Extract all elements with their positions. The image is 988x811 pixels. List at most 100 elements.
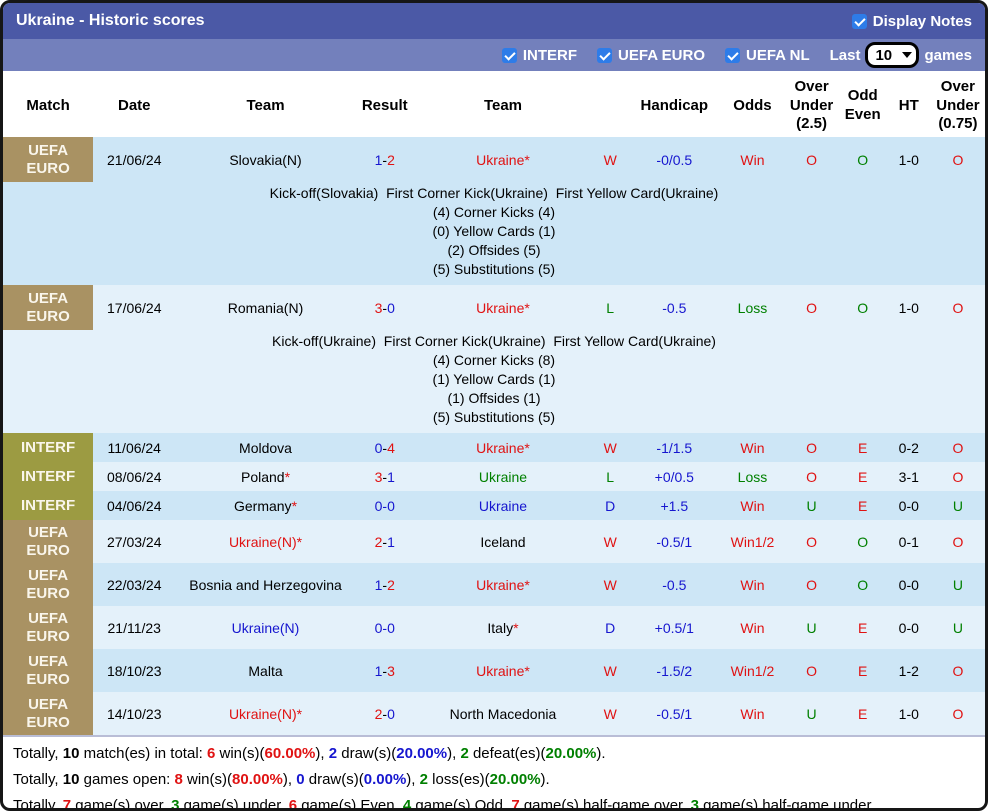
cell-ou075: O: [931, 649, 985, 692]
note-line: (4) Corner Kicks (8): [3, 351, 985, 370]
cell-wld: W: [592, 137, 628, 182]
cell-ou25: O: [785, 433, 839, 462]
col-header-match: Match: [3, 75, 93, 137]
note-line: Kick-off(Slovakia) First Corner Kick(Ukr…: [3, 184, 985, 203]
cell-team1: Ukraine(N)*: [175, 520, 355, 563]
cell-odds: Win1/2: [720, 649, 784, 692]
cell-team2: Ukraine*: [414, 563, 592, 606]
cell-team2: Ukraine*: [414, 137, 592, 182]
notes-row: Kick-off(Slovakia) First Corner Kick(Ukr…: [3, 182, 985, 285]
cell-ht: 1-2: [887, 649, 931, 692]
last-label: Last: [830, 47, 861, 64]
match-row: UEFA EURO17/06/24Romania(N)3-0Ukraine*L-…: [3, 285, 985, 330]
cell-result: 0-0: [356, 491, 414, 520]
cell-wld: W: [592, 433, 628, 462]
match-row: UEFA EURO21/11/23Ukraine(N)0-0Italy*D+0.…: [3, 606, 985, 649]
totals-line: Totally, 10 games open: 8 win(s)(80.00%)…: [13, 767, 975, 793]
cell-team2: Italy*: [414, 606, 592, 649]
filter-interf-label: INTERF: [523, 47, 577, 64]
uefa-nl-checkbox-icon[interactable]: [725, 48, 740, 63]
cell-oddeven: O: [839, 520, 887, 563]
match-row: UEFA EURO21/06/24Slovakia(N)1-2Ukraine*W…: [3, 137, 985, 182]
cell-date: 21/11/23: [93, 606, 175, 649]
cell-wld: D: [592, 606, 628, 649]
cell-team2: Ukraine*: [414, 285, 592, 330]
games-label: games: [924, 47, 972, 64]
last-games-select-wrap[interactable]: 10: [865, 42, 919, 68]
historic-scores-table: Match Date Team Result Team Handicap Odd…: [3, 75, 985, 735]
cell-oddeven: O: [839, 137, 887, 182]
uefa-euro-checkbox-icon[interactable]: [597, 48, 612, 63]
last-games-group: Last 10 games: [830, 42, 972, 68]
cell-handicap: -1/1.5: [628, 433, 720, 462]
cell-ou075: U: [931, 491, 985, 520]
cell-handicap: -0.5: [628, 563, 720, 606]
cell-wld: L: [592, 462, 628, 491]
filter-uefa-nl-toggle[interactable]: UEFA NL: [725, 47, 810, 64]
cell-result: 0-0: [356, 606, 414, 649]
col-header-date: Date: [93, 75, 175, 137]
cell-oddeven: E: [839, 433, 887, 462]
note-line: (0) Yellow Cards (1): [3, 222, 985, 241]
display-notes-toggle[interactable]: Display Notes: [852, 13, 972, 30]
cell-ou25: O: [785, 462, 839, 491]
results-body: UEFA EURO21/06/24Slovakia(N)1-2Ukraine*W…: [3, 137, 985, 735]
cell-result: 1-2: [356, 137, 414, 182]
cell-handicap: +0.5/1: [628, 606, 720, 649]
match-row: UEFA EURO14/10/23Ukraine(N)*2-0North Mac…: [3, 692, 985, 735]
cell-ou075: O: [931, 520, 985, 563]
interf-checkbox-icon[interactable]: [502, 48, 517, 63]
filter-interf-toggle[interactable]: INTERF: [502, 47, 577, 64]
match-row: UEFA EURO18/10/23Malta1-3Ukraine*W-1.5/2…: [3, 649, 985, 692]
last-games-select[interactable]: 10: [865, 42, 919, 68]
cell-ou075: O: [931, 137, 985, 182]
cell-date: 27/03/24: [93, 520, 175, 563]
cell-date: 18/10/23: [93, 649, 175, 692]
cell-odds: Loss: [720, 285, 784, 330]
cell-handicap: -1.5/2: [628, 649, 720, 692]
display-notes-checkbox-icon[interactable]: [852, 14, 867, 29]
col-header-odds: Odds: [720, 75, 784, 137]
notes-row: Kick-off(Ukraine) First Corner Kick(Ukra…: [3, 330, 985, 433]
note-line: (5) Substitutions (5): [3, 408, 985, 427]
cell-team2: North Macedonia: [414, 692, 592, 735]
cell-ou25: O: [785, 649, 839, 692]
cell-result: 2-0: [356, 692, 414, 735]
col-header-over-under-25: Over Under (2.5): [785, 75, 839, 137]
competition-badge: UEFA EURO: [3, 649, 93, 692]
competition-badge: UEFA EURO: [3, 692, 93, 735]
cell-result: 1-2: [356, 563, 414, 606]
cell-date: 11/06/24: [93, 433, 175, 462]
col-header-odd-even: Odd Even: [839, 75, 887, 137]
cell-ht: 1-0: [887, 285, 931, 330]
filter-uefa-nl-label: UEFA NL: [746, 47, 810, 64]
cell-handicap: -0.5: [628, 285, 720, 330]
cell-wld: L: [592, 285, 628, 330]
filter-bar: INTERF UEFA EURO UEFA NL Last 10 games: [3, 39, 985, 71]
totals-line: Totally, 7 game(s) over, 3 game(s) under…: [13, 793, 975, 811]
cell-date: 14/10/23: [93, 692, 175, 735]
competition-badge: INTERF: [3, 433, 93, 462]
filter-uefa-euro-toggle[interactable]: UEFA EURO: [597, 47, 705, 64]
competition-badge: UEFA EURO: [3, 285, 93, 330]
match-row: UEFA EURO22/03/24Bosnia and Herzegovina1…: [3, 563, 985, 606]
totals-footer: Totally, 10 match(es) in total: 6 win(s)…: [3, 735, 985, 811]
cell-odds: Win: [720, 563, 784, 606]
match-row: INTERF11/06/24Moldova0-4Ukraine*W-1/1.5W…: [3, 433, 985, 462]
cell-ou075: U: [931, 563, 985, 606]
cell-ou25: U: [785, 491, 839, 520]
competition-badge: INTERF: [3, 462, 93, 491]
note-line: (1) Yellow Cards (1): [3, 370, 985, 389]
col-header-team2: Team: [414, 75, 592, 137]
match-row: INTERF04/06/24Germany*0-0UkraineD+1.5Win…: [3, 491, 985, 520]
cell-date: 17/06/24: [93, 285, 175, 330]
cell-team1: Poland*: [175, 462, 355, 491]
cell-team2: Ukraine*: [414, 649, 592, 692]
cell-oddeven: E: [839, 606, 887, 649]
cell-wld: D: [592, 491, 628, 520]
cell-team1: Moldova: [175, 433, 355, 462]
cell-oddeven: E: [839, 649, 887, 692]
cell-ou25: O: [785, 563, 839, 606]
cell-wld: W: [592, 649, 628, 692]
cell-ou25: O: [785, 520, 839, 563]
